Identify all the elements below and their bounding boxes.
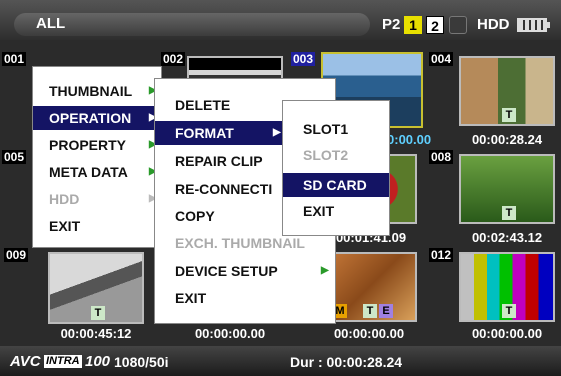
menu-item-label: FORMAT: [175, 125, 234, 141]
menu-item-exit[interactable]: EXIT: [283, 199, 389, 223]
clip-timecode: 00:00:28.24: [471, 132, 543, 147]
menu-item-label: SLOT2: [303, 147, 349, 163]
clip-number: 002: [161, 52, 186, 66]
clip-timecode: 00:00:00.00: [333, 326, 405, 341]
battery-tip: [547, 22, 550, 28]
menu-item-format[interactable]: FORMAT ▶: [155, 121, 283, 145]
clip-number: 003: [291, 52, 316, 66]
clip-number: 005: [2, 150, 27, 164]
menu-item-meta-data[interactable]: META DATA ▶: [33, 160, 161, 184]
menu-item-thumbnail[interactable]: THUMBNAIL ▶: [33, 79, 161, 103]
codec-intra-logo: INTRA: [44, 355, 82, 368]
battery-icon: [517, 18, 547, 32]
clip-duration: Dur : 00:00:28.24: [290, 354, 403, 370]
menu-item-label: DELETE: [175, 97, 231, 113]
main-menu: THUMBNAIL ▶ OPERATION ▶ PROPERTY ▶ META …: [32, 66, 162, 248]
submenu-arrow-icon: ▶: [321, 265, 329, 276]
menu-item-hdd[interactable]: HDD ▶: [33, 187, 161, 211]
video-format: 1080/50i: [114, 354, 169, 370]
hdd-label: HDD: [477, 16, 510, 33]
menu-item-label: META DATA: [49, 164, 128, 180]
format-submenu: SLOT1 SLOT2 SD CARD EXIT: [282, 100, 390, 236]
badge-e: E: [379, 304, 393, 318]
menu-item-label: EXIT: [175, 290, 207, 306]
codec-bitrate-logo: 100: [85, 353, 111, 370]
mode-pill[interactable]: ALL: [14, 13, 370, 36]
badge-t: T: [502, 304, 516, 318]
clip-number: 004: [429, 52, 454, 66]
badge-t: T: [91, 306, 105, 320]
menu-item-label: EXCH. THUMBNAIL: [175, 235, 305, 251]
p2-label: P2: [382, 16, 401, 33]
menu-item-label: SD CARD: [303, 177, 367, 193]
clip-cell[interactable]: 009 T 00:00:45:12: [0, 248, 144, 341]
clip-thumbnail: T: [459, 154, 555, 224]
badge-t: T: [502, 206, 516, 220]
clip-number: 012: [429, 248, 454, 262]
badge-t: T: [363, 304, 377, 318]
menu-item-label: PROPERTY: [49, 137, 127, 153]
clip-thumbnail: T: [459, 56, 555, 126]
menu-item-slot2[interactable]: SLOT2: [283, 143, 389, 167]
menu-item-operation[interactable]: OPERATION ▶: [33, 106, 161, 130]
menu-item-device-setup[interactable]: DEVICE SETUP ▶: [155, 259, 335, 283]
menu-item-exit[interactable]: EXIT: [33, 214, 161, 238]
menu-item-label: EXIT: [303, 203, 335, 219]
menu-item-property[interactable]: PROPERTY ▶: [33, 133, 161, 157]
hdd-icon: [449, 16, 467, 34]
menu-item-label: COPY: [175, 208, 215, 224]
codec-avc-logo: AVC: [10, 353, 41, 370]
clip-number: 009: [4, 248, 29, 262]
clip-timecode: 00:00:00.00: [194, 326, 266, 341]
menu-item-label: OPERATION: [49, 110, 132, 126]
clip-thumbnail: T: [48, 252, 144, 324]
menu-item-sd-card[interactable]: SD CARD: [283, 173, 389, 197]
top-bar: ALL P2 1 2 HDD: [0, 0, 561, 40]
menu-item-label: SLOT1: [303, 121, 349, 137]
clip-cell[interactable]: 012 T 00:00:00.00: [425, 248, 560, 341]
badge-t: T: [502, 108, 516, 122]
clip-thumbnail: T: [459, 252, 555, 322]
menu-item-reconnect[interactable]: RE-CONNECTI: [155, 177, 283, 201]
clip-cell[interactable]: 008 T 00:02:43.12: [425, 150, 560, 245]
mode-label: ALL: [36, 15, 66, 32]
clip-timecode: 00:00:45:12: [60, 326, 132, 341]
submenu-arrow-icon: ▶: [273, 127, 281, 138]
menu-item-label: RE-CONNECTI: [175, 181, 273, 197]
menu-item-label: THUMBNAIL: [49, 83, 133, 99]
clip-timecode: 00:00:00.00: [471, 326, 543, 341]
menu-item-label: EXIT: [49, 218, 81, 234]
slot2-indicator: 2: [426, 16, 444, 34]
clip-number: 008: [429, 150, 454, 164]
clip-timecode: 00:02:43.12: [471, 230, 543, 245]
menu-item-label: HDD: [49, 191, 80, 207]
menu-item-exit[interactable]: EXIT: [155, 286, 335, 310]
clip-cell[interactable]: 004 T 00:00:28.24: [425, 52, 560, 147]
menu-item-slot1[interactable]: SLOT1: [283, 117, 389, 141]
status-bar: AVC INTRA 100 1080/50i Dur : 00:00:28.24: [0, 346, 561, 376]
menu-item-label: REPAIR CLIP: [175, 153, 263, 169]
menu-item-label: DEVICE SETUP: [175, 263, 278, 279]
slot1-indicator: 1: [404, 16, 422, 34]
clip-number: 001: [2, 52, 27, 66]
